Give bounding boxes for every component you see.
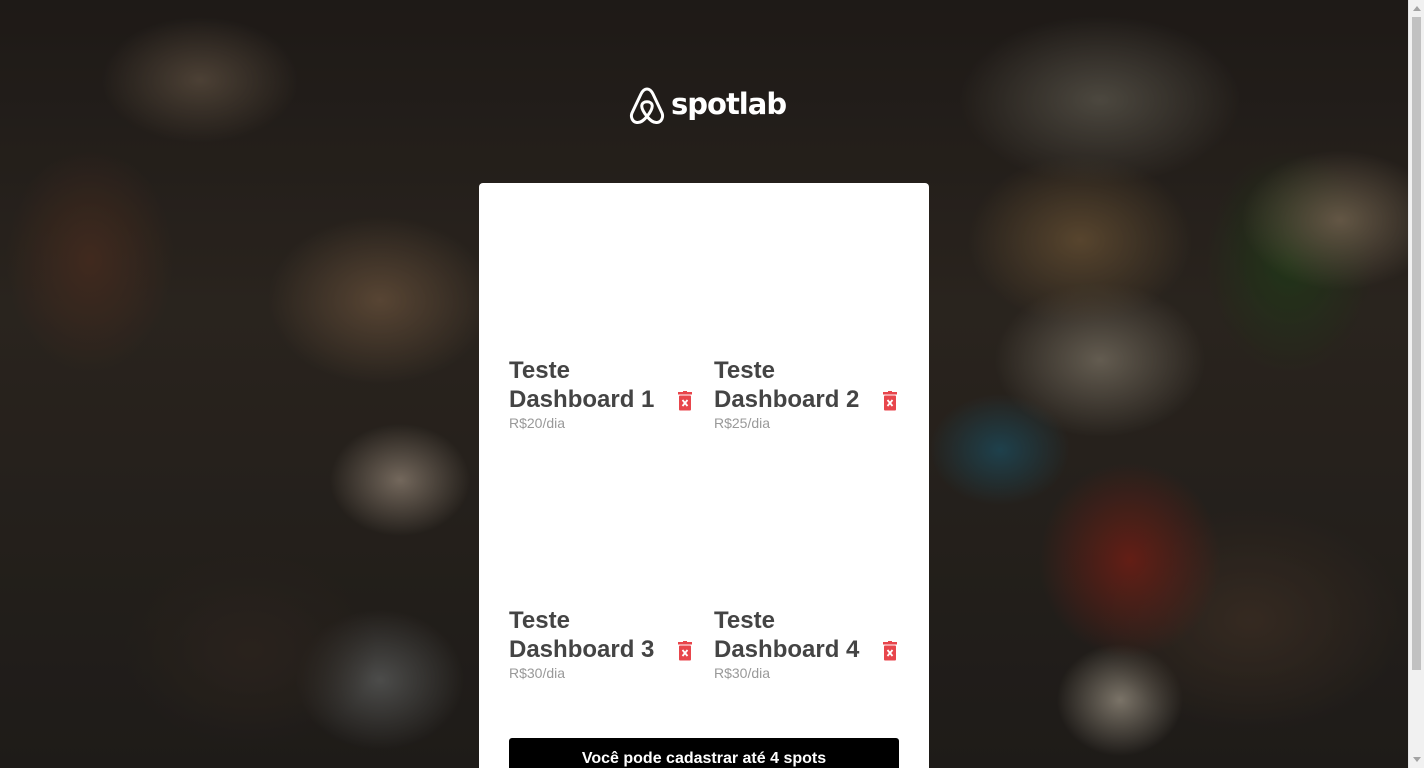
spot-item: Teste Dashboard 4 R$30/dia [714,461,899,711]
spot-item: Teste Dashboard 2 R$25/dia [714,211,899,461]
spots-card: Teste Dashboard 1 R$20/dia Teste Dashboa… [479,183,929,768]
spot-price: R$30/dia [509,665,566,681]
register-spot-button[interactable]: Você pode cadastrar até 4 spots [509,738,899,768]
airbnb-belo-icon [629,87,665,125]
spot-thumbnail [714,211,899,356]
delete-icon[interactable] [676,391,694,411]
scroll-up-arrow-icon[interactable] [1413,6,1421,11]
spot-thumbnail [509,461,694,606]
spot-item: Teste Dashboard 1 R$20/dia [509,211,694,461]
page-scrollbar[interactable] [1408,0,1424,768]
scrollbar-thumb[interactable] [1412,17,1421,670]
spot-title: Teste Dashboard 1 [509,357,655,413]
spot-thumbnail [509,211,694,356]
brand-logo: spotlab [629,86,787,126]
delete-icon[interactable] [881,641,899,661]
spot-item: Teste Dashboard 3 R$30/dia [509,461,694,711]
spot-price: R$30/dia [714,665,771,681]
delete-icon[interactable] [676,641,694,661]
delete-icon[interactable] [881,391,899,411]
spot-title: Teste Dashboard 3 [509,607,655,663]
spot-price: R$25/dia [714,415,771,431]
spot-title: Teste Dashboard 2 [714,357,860,413]
spot-list: Teste Dashboard 1 R$20/dia Teste Dashboa… [509,211,899,711]
spot-price: R$20/dia [509,415,566,431]
spot-title: Teste Dashboard 4 [714,607,860,663]
scroll-down-arrow-icon[interactable] [1413,757,1421,762]
spot-thumbnail [714,461,899,606]
brand-wordmark: spotlab [671,86,787,121]
